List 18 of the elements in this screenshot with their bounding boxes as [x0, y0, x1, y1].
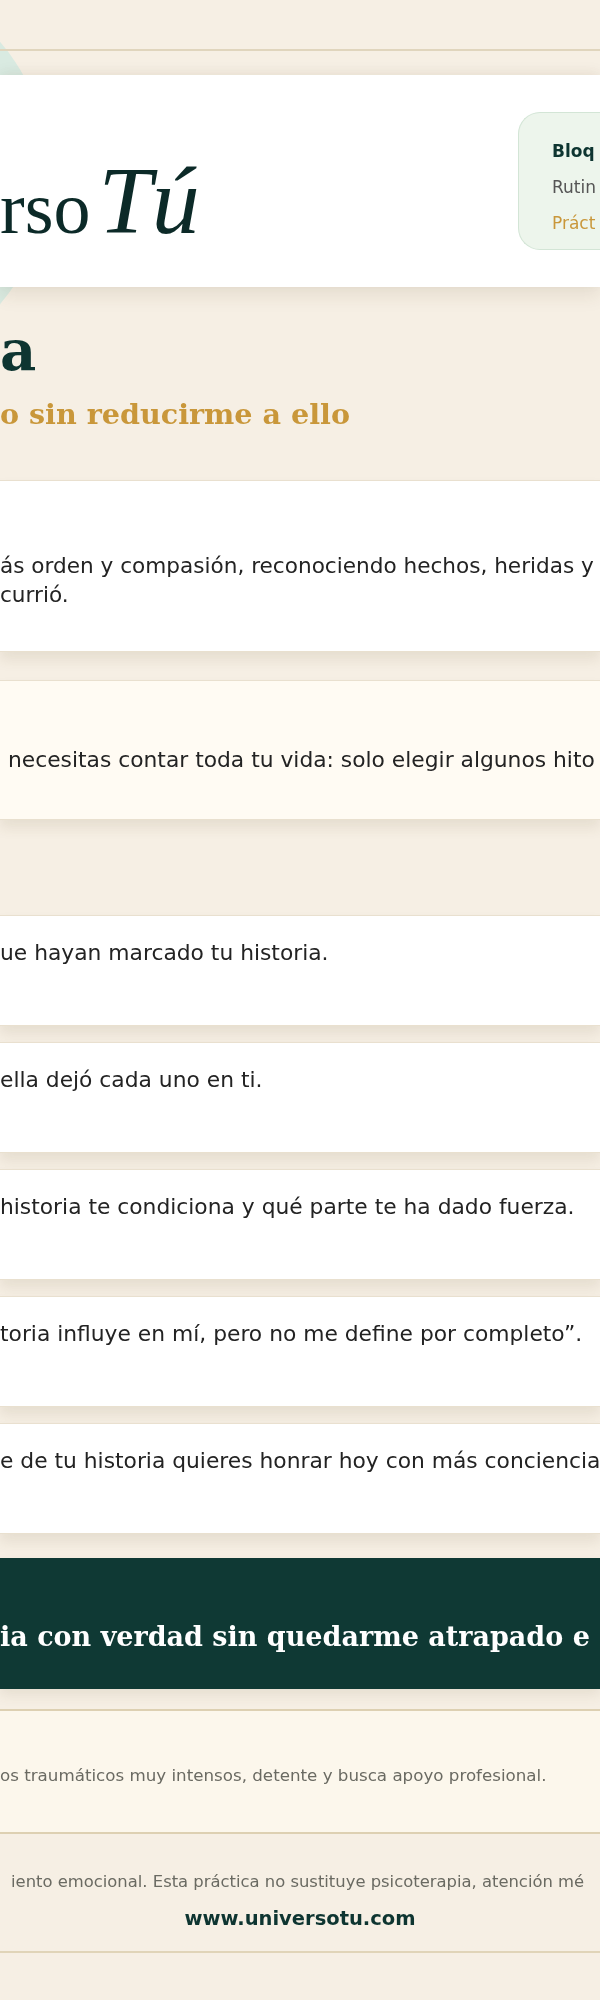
logo-serif-text: rso: [0, 171, 91, 245]
step-text: e de tu historia quieres honrar hoy con más conciencia: [0, 1448, 600, 1473]
footer-disclaimer: iento emocional. Esta práctica no sustituye psicoterapia, atención mé: [11, 1872, 585, 1891]
logo-script-text: Tú: [98, 153, 200, 249]
banner-text: ia con verdad sin quedarme atrapado e: [0, 1621, 590, 1652]
step-text: ue hayan marcado tu historia.: [0, 940, 329, 965]
notice-text: os traumáticos muy intensos, detente y busca apoyo profesional.: [0, 1765, 547, 1785]
category-label: Práct: [552, 212, 596, 235]
tip-text: necesitas contar toda tu vida: solo elegir algunos hito: [8, 747, 595, 772]
step-text: historia te condiciona y qué parte te ha dado fuerza.: [0, 1194, 575, 1219]
page-title: a: [0, 317, 37, 384]
block-title: Bloq: [552, 140, 595, 163]
intro-text: ás orden y compasión, reconociendo hechos, heridas y currió.: [0, 552, 595, 609]
routine-label: Rutin: [552, 176, 596, 199]
website-url: www.universotu.com: [184, 1907, 416, 1930]
page-subtitle: o sin reducirme a ello: [0, 397, 350, 431]
step-text: ella dejó cada uno en ti.: [0, 1067, 263, 1092]
step-text: toria influye en mí, pero no me define por completo”.: [0, 1321, 583, 1346]
